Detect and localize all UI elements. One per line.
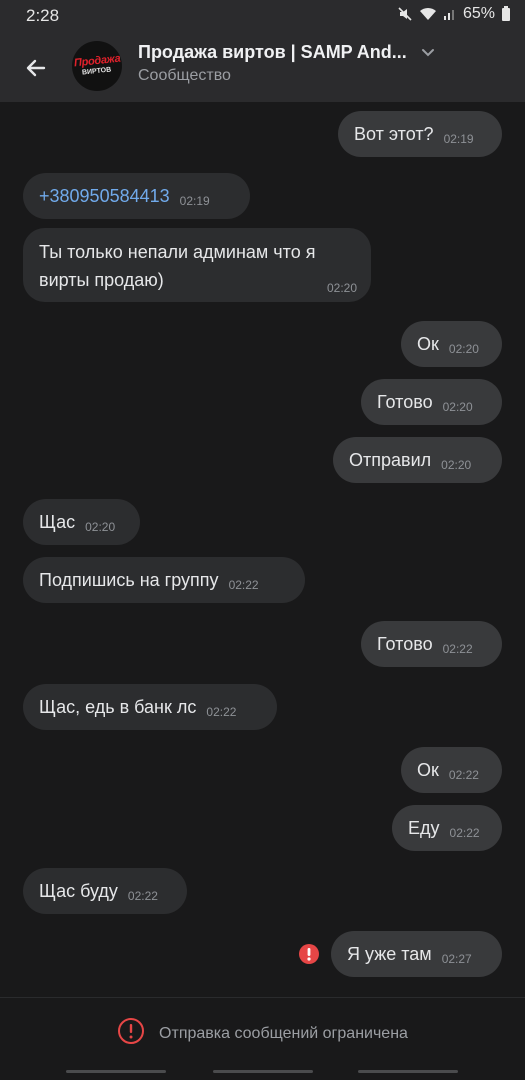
back-button[interactable] (18, 50, 54, 86)
battery-percent: 65% (462, 5, 495, 22)
phone-link[interactable]: +380950584413 (39, 182, 170, 210)
send-error-icon[interactable] (298, 943, 320, 965)
signal-icon (443, 7, 457, 21)
message-time: 02:22 (448, 768, 479, 782)
message-bubble-outgoing[interactable]: Ок 02:22 (401, 747, 502, 793)
battery-icon (501, 6, 511, 22)
system-nav-bar (0, 1070, 525, 1074)
message-time: 02:22 (449, 826, 480, 840)
nav-handle (358, 1070, 458, 1073)
message-time: 02:20 (448, 342, 479, 356)
chat-title: Продажа виртов | SAMP And... (138, 42, 407, 62)
message-text: Готово (377, 634, 433, 654)
message-time: 02:22 (127, 889, 158, 903)
message-bubble-incoming[interactable]: Щас буду 02:22 (23, 868, 187, 914)
messaging-restricted-notice: Отправка сообщений ограничена (0, 1017, 525, 1050)
message-text: Еду (408, 818, 440, 838)
arrow-left-icon (26, 59, 46, 77)
message-text: Отправил (349, 450, 432, 470)
restricted-text: Отправка сообщений ограничена (159, 1024, 408, 1042)
message-time: 02:19 (443, 132, 474, 146)
message-text: Ок (417, 334, 439, 354)
chevron-down-icon (419, 44, 437, 62)
message-time: 02:20 (326, 281, 357, 295)
message-text: Вот этот? (354, 124, 434, 144)
message-time: 02:19 (179, 194, 210, 208)
message-bubble-outgoing[interactable]: Готово 02:20 (361, 379, 502, 425)
message-text-line-2: вирты продаю) (39, 270, 164, 290)
message-list[interactable]: Вот этот? 02:19 +380950584413 02:19 Ты т… (0, 102, 525, 997)
message-bubble-outgoing[interactable]: Еду 02:22 (392, 805, 502, 851)
message-bubble-incoming[interactable]: Ты только непали админам что я вирты про… (23, 228, 371, 302)
message-text: Щас буду (39, 881, 118, 901)
mute-icon (397, 6, 413, 22)
message-text: Щас, едь в банк лс (39, 697, 197, 717)
message-bubble-outgoing[interactable]: Готово 02:22 (361, 621, 502, 667)
chat-header: Продажа ВИРТОВ Продажа виртов | SAMP And… (0, 32, 525, 102)
message-bubble-incoming[interactable]: Подпишись на группу 02:22 (23, 557, 305, 603)
wifi-icon (419, 6, 437, 22)
message-text: Подпишись на группу (39, 570, 219, 590)
message-bubble-outgoing[interactable]: Ок 02:20 (401, 321, 502, 367)
status-time: 2:28 (26, 6, 60, 25)
message-bubble-outgoing-failed[interactable]: Я уже там 02:27 (331, 931, 502, 977)
message-time: 02:22 (442, 642, 473, 656)
message-bubble-incoming[interactable]: +380950584413 02:19 (23, 173, 250, 219)
message-text: Щас (39, 512, 76, 532)
message-time: 02:27 (441, 952, 472, 966)
message-bubble-incoming[interactable]: Щас, едь в банк лс 02:22 (23, 684, 277, 730)
chat-subtitle: Сообщество (138, 67, 231, 84)
composer-area: Отправка сообщений ограничена (0, 997, 525, 1080)
message-text: Готово (377, 392, 433, 412)
message-time: 02:20 (85, 520, 116, 534)
message-time: 02:22 (206, 705, 237, 719)
message-time: 02:20 (441, 458, 472, 472)
message-time: 02:20 (442, 400, 473, 414)
message-bubble-incoming[interactable]: Щас 02:20 (23, 499, 140, 545)
message-bubble-outgoing[interactable]: Вот этот? 02:19 (338, 111, 502, 157)
message-time: 02:22 (228, 578, 259, 592)
message-text-line-1: Ты только непали админам что я (39, 242, 316, 262)
avatar-logo-bottom: ВИРТОВ (82, 66, 112, 77)
warning-circle-icon (117, 1017, 145, 1050)
message-text: Я уже там (347, 944, 432, 964)
nav-handle (213, 1070, 313, 1073)
message-text: Ок (417, 760, 439, 780)
community-avatar[interactable]: Продажа ВИРТОВ (72, 41, 122, 91)
chat-title-block[interactable]: Продажа виртов | SAMP And... Сообщество (138, 42, 468, 85)
status-icons: 65% (397, 5, 511, 23)
status-bar: 2:28 65% (0, 0, 525, 32)
message-bubble-outgoing[interactable]: Отправил 02:20 (333, 437, 502, 483)
nav-handle (66, 1070, 166, 1073)
